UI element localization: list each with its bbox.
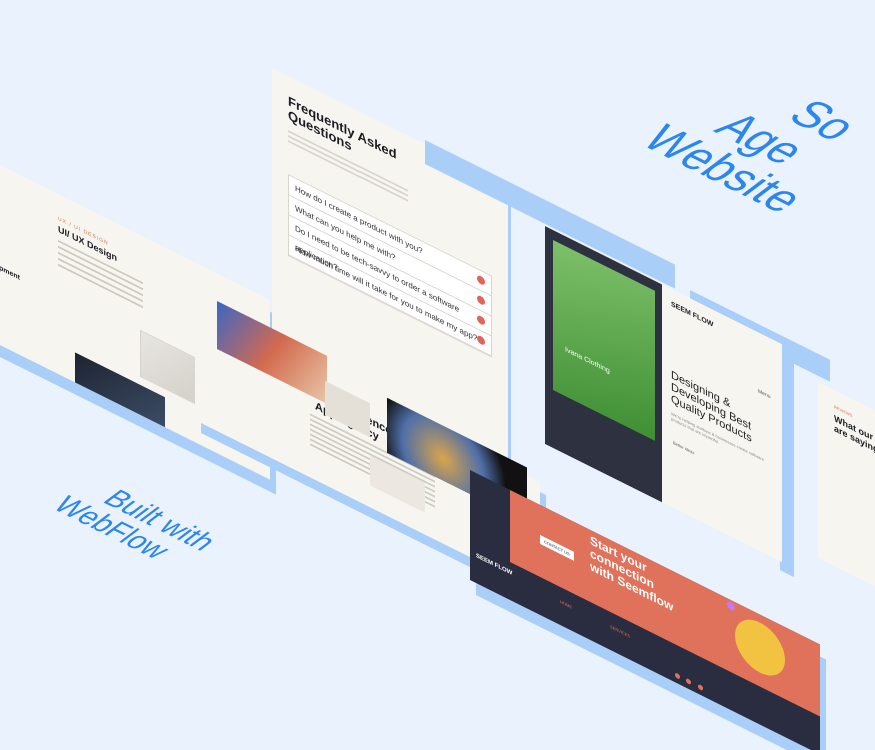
seemflow-nav[interactable]: Menu — [758, 388, 771, 400]
expand-icon[interactable] — [477, 334, 485, 347]
contact-title: Start your connection with Seemflow — [590, 533, 673, 615]
expand-icon[interactable] — [477, 314, 485, 327]
expand-icon[interactable] — [477, 274, 485, 287]
portrait-image — [735, 610, 785, 686]
sparkle-icon: ✸ — [725, 595, 737, 617]
footer-link-home[interactable]: HOME — [560, 599, 572, 610]
contact-button[interactable]: CONTACT US — [540, 534, 574, 561]
footer-link-services[interactable]: SERVICES — [610, 624, 630, 639]
reviews-card: REVIEWS What our are saying — [818, 382, 875, 587]
social-icon[interactable] — [675, 672, 680, 680]
headline-left: Built with WebFlow — [46, 485, 224, 574]
showcase-stage: UX / UI DESIGN UI/ UX Design Development… — [0, 0, 875, 750]
seemflow-cta[interactable]: Better ideas — [673, 440, 694, 456]
headline-right: So Age Website — [630, 92, 875, 221]
social-icon[interactable] — [686, 677, 692, 686]
reviews-card-wrap: REVIEWS What our are saying — [818, 382, 875, 587]
ux-side-label: Development — [0, 252, 20, 282]
social-icon[interactable] — [697, 683, 703, 692]
footer-logo: SEEM FLOW — [476, 552, 513, 578]
expand-icon[interactable] — [477, 294, 485, 307]
